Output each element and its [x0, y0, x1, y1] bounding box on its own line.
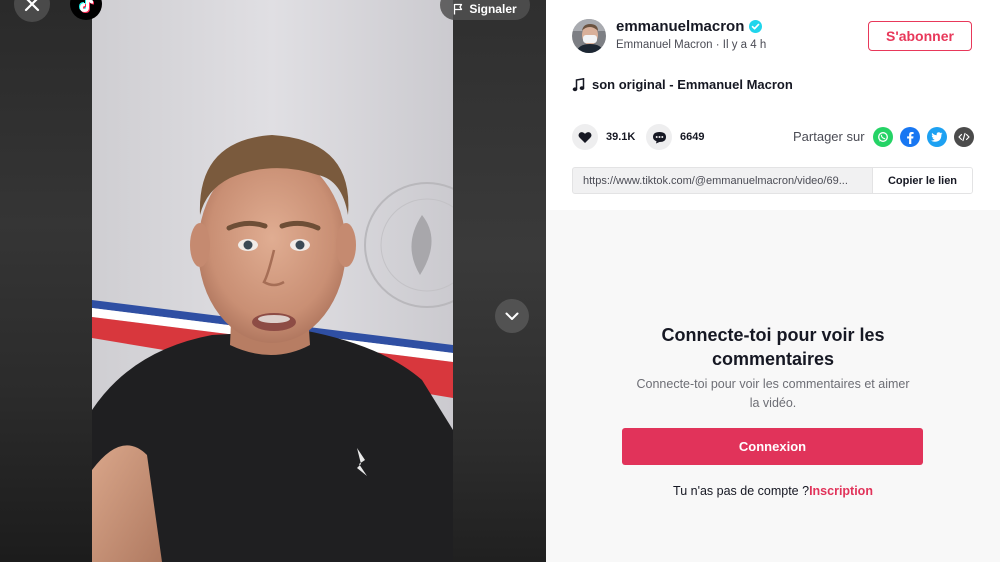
copy-link-button[interactable]: Copier le lien [872, 168, 972, 193]
author-display-name: Emmanuel Macron [616, 39, 713, 51]
comment-icon [652, 131, 666, 143]
report-label: Signaler [469, 2, 517, 16]
comment-button[interactable] [646, 124, 672, 150]
login-prompt-subtitle-line1: Connecte-toi pour voir les commentaires … [636, 377, 910, 391]
author-subline: Emmanuel Macron · Il y a 4 h [616, 39, 766, 51]
like-stat[interactable]: 39.1K [572, 124, 635, 150]
close-icon [24, 0, 40, 12]
login-prompt-subtitle: Connecte-toi pour voir les commentaires … [616, 375, 930, 413]
username-text: emmanuelmacron [616, 18, 745, 35]
embed-icon [958, 132, 970, 142]
video-player[interactable]: Signaler [0, 0, 546, 562]
signup-prompt: Tu n'as pas de compte ?Inscription [546, 484, 1000, 498]
like-count: 39.1K [606, 131, 636, 143]
share-facebook-button[interactable] [900, 127, 920, 147]
chevron-down-icon [505, 312, 519, 320]
follow-button[interactable]: S'abonner [868, 21, 972, 51]
flag-icon [454, 3, 463, 15]
comment-stat[interactable]: 6649 [646, 124, 704, 150]
video-frame[interactable] [92, 0, 453, 562]
tiktok-logo-icon [79, 0, 94, 13]
facebook-icon [907, 131, 914, 144]
login-prompt-subtitle-line2: la vidéo. [749, 396, 797, 410]
heart-icon [578, 131, 592, 143]
login-button[interactable]: Connexion [622, 428, 923, 465]
login-prompt-title-line2: commentaires [711, 349, 835, 369]
video-still-image [92, 0, 453, 562]
subline-separator: · [712, 39, 723, 51]
report-button[interactable]: Signaler [440, 0, 530, 20]
login-prompt-title-line1: Connecte-toi pour voir les [661, 325, 885, 345]
share-embed-button[interactable] [954, 127, 974, 147]
video-blur-background-right [453, 0, 546, 562]
music-note-icon [572, 77, 585, 91]
next-video-button[interactable] [495, 299, 529, 333]
music-link[interactable]: son original - Emmanuel Macron [572, 77, 793, 92]
twitter-icon [931, 132, 943, 142]
post-time: Il y a 4 h [722, 39, 767, 51]
signup-link[interactable]: Inscription [809, 484, 873, 498]
comment-count: 6649 [680, 131, 705, 143]
share-whatsapp-button[interactable] [873, 127, 893, 147]
share-twitter-button[interactable] [927, 127, 947, 147]
video-blur-background-left [0, 0, 92, 562]
comments-section: Connecte-toi pour voir les commentaires … [546, 210, 1000, 562]
no-account-text: Tu n'as pas de compte ? [673, 484, 810, 498]
video-info-panel: emmanuelmacron Emmanuel Macron · Il y a … [546, 0, 1000, 562]
author-username[interactable]: emmanuelmacron [616, 18, 763, 35]
music-title: son original - Emmanuel Macron [592, 77, 793, 92]
author-avatar[interactable] [572, 19, 606, 53]
whatsapp-icon [878, 132, 888, 142]
video-link-box: https://www.tiktok.com/@emmanuelmacron/v… [572, 167, 973, 194]
verified-badge-icon [749, 20, 763, 33]
video-url[interactable]: https://www.tiktok.com/@emmanuelmacron/v… [583, 175, 863, 187]
avatar-image [572, 19, 606, 53]
share-label: Partager sur [793, 129, 865, 144]
like-button[interactable] [572, 124, 598, 150]
login-prompt-title: Connecte-toi pour voir les commentaires [546, 323, 1000, 371]
